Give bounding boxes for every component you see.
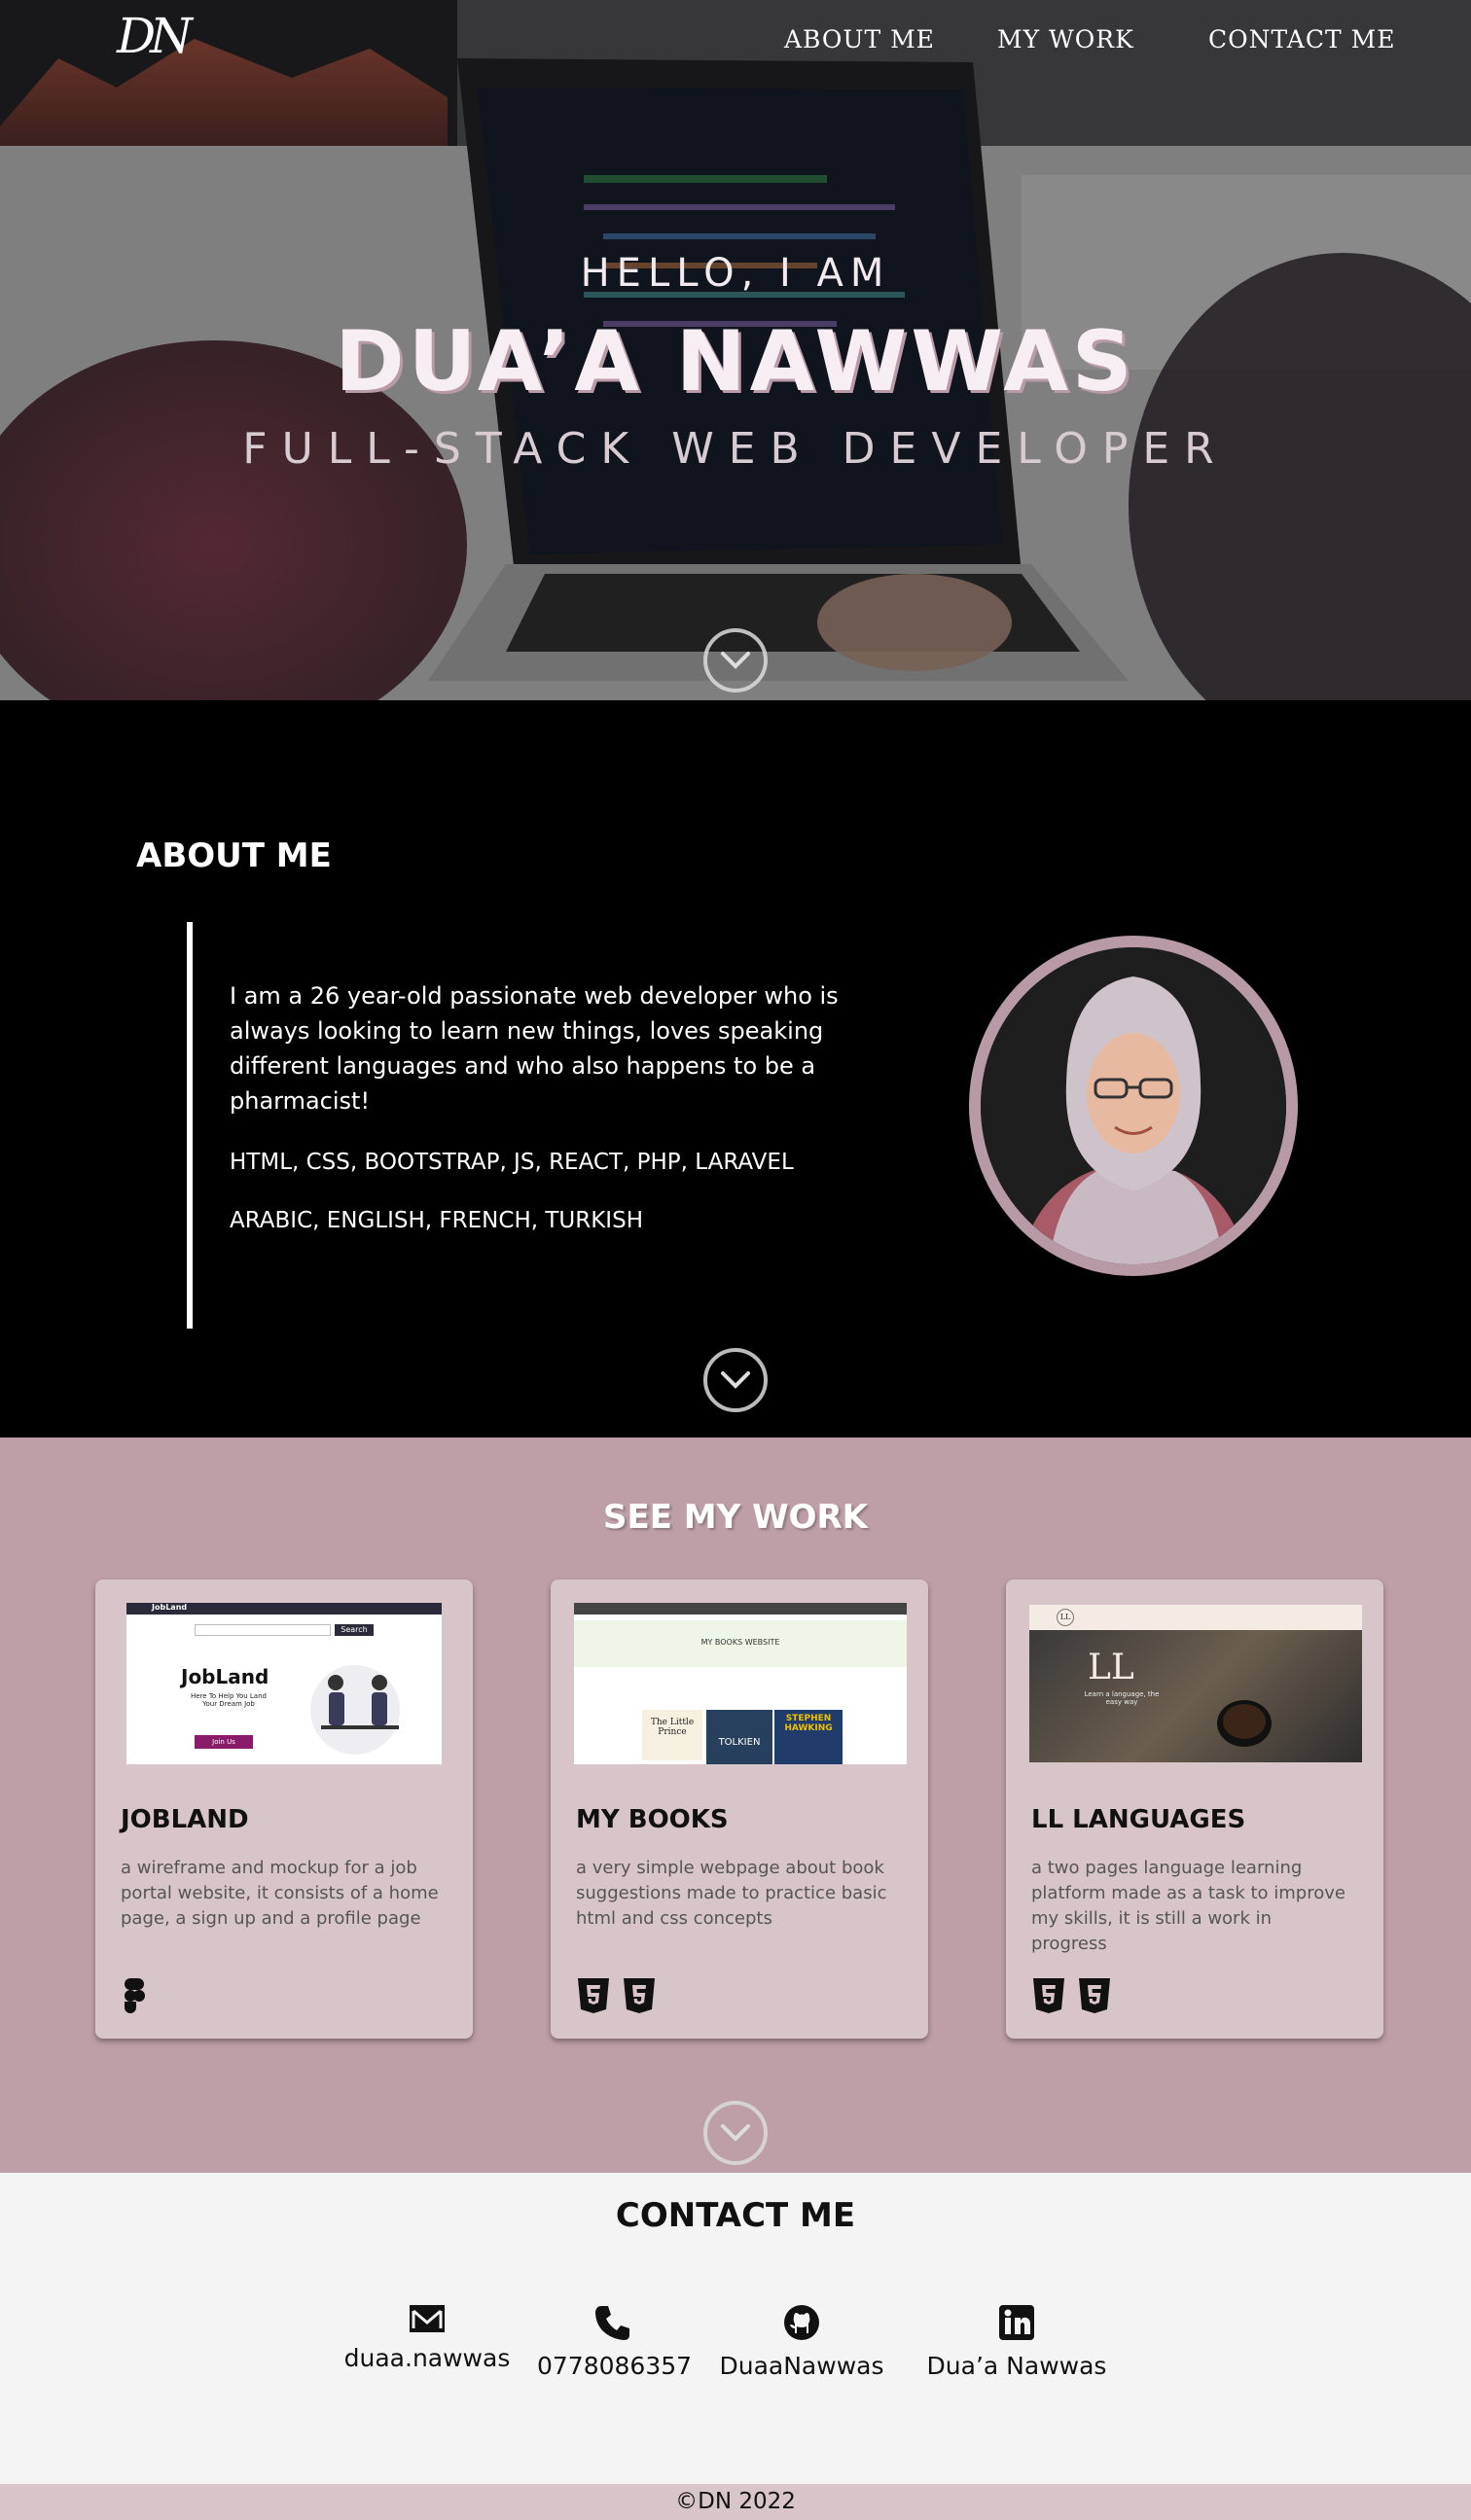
contact-section: CONTACT ME duaa.nawwas 0778086357 DuaaNa… (0, 2173, 1471, 2484)
project-title: JOBLAND (121, 1805, 249, 1834)
logo[interactable]: DN (117, 8, 193, 64)
avatar (969, 936, 1298, 1276)
contact-phone-label: 0778086357 (537, 2352, 693, 2380)
mail-icon (410, 2305, 445, 2332)
project-card-my-books[interactable]: MY BOOKS WEBSITE The Little Prince TOLKI… (551, 1579, 928, 2039)
chevron-down-icon (721, 1371, 750, 1389)
nav-link-contact[interactable]: CONTACT ME (1208, 25, 1395, 53)
html5-icon (578, 1978, 609, 2013)
screenshot-logo: LL (1057, 1609, 1074, 1626)
work-title: SEE MY WORK (603, 1498, 868, 1537)
project-title: LL LANGUAGES (1031, 1805, 1246, 1834)
hero-greeting: HELLO, I AM (580, 251, 891, 296)
screenshot-search: Search (335, 1624, 374, 1636)
screenshot-book: TOLKIEN (706, 1710, 772, 1764)
screenshot-book: The Little Prince (642, 1710, 702, 1760)
contact-email-link[interactable]: duaa.nawwas (337, 2303, 518, 2372)
chevron-down-icon (721, 652, 750, 669)
top-nav: DN ABOUT ME MY WORK CONTACT ME (0, 0, 1471, 82)
phone-icon (595, 2306, 629, 2340)
css3-icon (1079, 1978, 1111, 2013)
hero-section: DN ABOUT ME MY WORK CONTACT ME HELLO, I … (0, 0, 1471, 700)
project-title: MY BOOKS (576, 1805, 729, 1834)
footer-copyright: ©DN 2022 (675, 2489, 796, 2514)
tech-icons (1031, 1976, 1118, 2015)
about-skills: HTML, CSS, BOOTSTRAP, JS, REACT, PHP, LA… (230, 1150, 794, 1175)
about-languages: ARABIC, ENGLISH, FRENCH, TURKISH (230, 1208, 643, 1233)
project-description: a very simple webpage about book suggest… (576, 1858, 887, 1929)
nav-link-work[interactable]: MY WORK (997, 25, 1134, 53)
contact-github-link[interactable]: DuaaNawwas (718, 2303, 885, 2380)
about-section: ABOUT ME I am a 26 year-old passionate w… (0, 700, 1471, 1437)
nav-link-about[interactable]: ABOUT ME (784, 25, 935, 53)
project-screenshot: LL LL Learn a language, the easy way (1029, 1605, 1362, 1762)
about-bio: I am a 26 year-old passionate web develo… (230, 982, 839, 1115)
screenshot-headline: MY BOOKS WEBSITE (700, 1638, 780, 1647)
screenshot-brand: JobLand (152, 1603, 188, 1612)
html5-icon (1033, 1978, 1064, 2013)
scroll-down-button[interactable] (703, 2101, 768, 2165)
tech-icons (576, 1976, 663, 2015)
contact-linkedin-link[interactable]: Dua’a Nawwas (915, 2303, 1119, 2380)
tech-icons (121, 1976, 154, 2015)
screenshot-cta: Join Us (195, 1735, 253, 1749)
project-card-jobland[interactable]: JobLand Search JobLand Here To Help You … (95, 1579, 473, 2039)
figma-icon (125, 1978, 145, 2013)
screenshot-sub: Learn a language, the easy way (1084, 1690, 1160, 1706)
css3-icon (624, 1978, 656, 2013)
contact-phone-link[interactable]: 0778086357 (537, 2303, 693, 2380)
screenshot-sub: Here To Help You Land Your Dream Job (191, 1692, 267, 1708)
contact-github-label: DuaaNawwas (719, 2352, 884, 2380)
screenshot-book: STEPHEN HAWKING (774, 1710, 843, 1764)
scroll-down-button[interactable] (703, 1348, 768, 1412)
footer: ©DN 2022 (0, 2484, 1471, 2520)
work-section: SEE MY WORK JobLand Search JobLand Here … (0, 1437, 1471, 2173)
project-description: a wireframe and mockup for a job portal … (121, 1858, 439, 1929)
hero-role: FULL-STACK WEB DEVELOPER (242, 424, 1229, 474)
linkedin-icon (999, 2305, 1034, 2340)
scroll-down-button[interactable] (703, 628, 768, 692)
github-icon (784, 2305, 819, 2340)
contact-title: CONTACT ME (615, 2196, 856, 2235)
project-card-ll-languages[interactable]: LL LL Learn a language, the easy way LL … (1006, 1579, 1383, 2039)
screenshot-headline: JobLand (181, 1665, 269, 1688)
chevron-down-icon (721, 2124, 750, 2142)
about-divider (187, 922, 193, 1329)
project-screenshot: MY BOOKS WEBSITE The Little Prince TOLKI… (574, 1603, 907, 1764)
screenshot-headline: LL (1088, 1648, 1134, 1687)
project-description: a two pages language learning platform m… (1031, 1858, 1345, 1954)
profile-photo (981, 947, 1286, 1264)
hero-name: DUA’A NAWWAS (335, 313, 1136, 410)
about-title: ABOUT ME (136, 836, 332, 875)
project-screenshot: JobLand Search JobLand Here To Help You … (126, 1603, 442, 1764)
contact-email-label: duaa.nawwas (343, 2344, 511, 2372)
contact-linkedin-label: Dua’a Nawwas (926, 2352, 1107, 2380)
